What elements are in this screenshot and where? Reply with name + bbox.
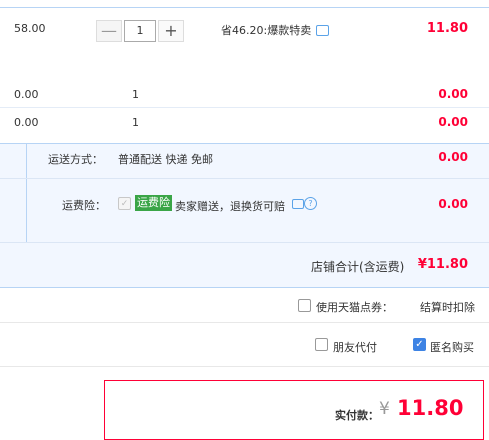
insurance-desc: 卖家赠送，退换货可赔: [175, 200, 285, 213]
section-divider: [0, 287, 489, 288]
insurance-label: 运费险：: [62, 199, 106, 212]
payment-label: 实付款：: [335, 409, 379, 422]
shipping-options: 普通配送 快递 免邮: [118, 153, 213, 166]
friend-pay-checkbox[interactable]: [315, 338, 328, 351]
checkmark-icon: ✓: [415, 339, 424, 350]
insurance-fee: 0.00: [438, 197, 468, 211]
chat-bubble-icon[interactable]: [316, 25, 329, 36]
anonymous-label: 匿名购买: [430, 341, 474, 354]
payment-currency: ¥: [379, 399, 390, 419]
section-vline: [26, 143, 27, 243]
item-subtotal: 11.80: [426, 21, 468, 36]
quantity-input[interactable]: 1: [124, 20, 156, 42]
decrease-button[interactable]: —: [96, 20, 122, 42]
payment-amount: 11.80: [397, 396, 464, 420]
coupon-label: 使用天猫点券：: [316, 301, 393, 314]
shipping-label: 运送方式：: [48, 153, 103, 166]
chat-bubble-icon[interactable]: [292, 199, 304, 209]
row-divider: [0, 322, 489, 323]
section-divider: [0, 143, 489, 144]
shipping-fee: 0.00: [438, 150, 468, 164]
quantity-stepper: — 1 +: [96, 20, 184, 42]
row-divider: [0, 178, 489, 179]
store-total-value: ¥11.80: [417, 257, 468, 272]
row-divider: [0, 242, 489, 243]
top-divider: [0, 7, 489, 8]
payment-summary: 实付款： ¥ 11.80: [104, 380, 484, 440]
question-circle-icon[interactable]: ?: [304, 197, 317, 210]
row-divider: [0, 366, 489, 367]
item-quantity: 1: [132, 116, 139, 129]
coupon-note: 结算时扣除: [420, 301, 475, 314]
coupon-checkbox[interactable]: [298, 299, 311, 312]
increase-button[interactable]: +: [158, 20, 184, 42]
item-price: 58.00: [14, 22, 46, 35]
item-price: 0.00: [14, 116, 39, 129]
item-subtotal: 0.00: [438, 115, 468, 129]
item-quantity: 1: [132, 88, 139, 101]
store-total-label: 店铺合计(含运费): [311, 260, 405, 274]
promo-text: 省46.20:爆款特卖: [221, 24, 312, 37]
friend-pay-label: 朋友代付: [333, 341, 377, 354]
item-price: 0.00: [14, 88, 39, 101]
insurance-checkbox[interactable]: ✓: [118, 197, 131, 210]
row-divider: [0, 107, 489, 108]
insurance-tag: 运费险: [135, 195, 172, 211]
item-subtotal: 0.00: [438, 87, 468, 101]
anonymous-checkbox[interactable]: ✓: [413, 338, 426, 351]
